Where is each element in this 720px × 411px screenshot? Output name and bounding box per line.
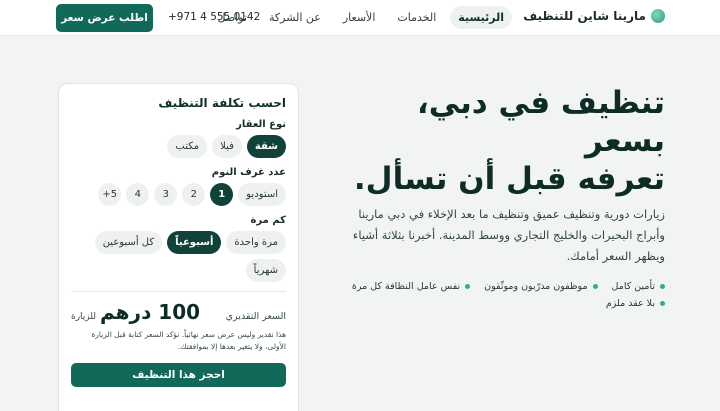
bedroom-option-studio[interactable]: استوديو [238,183,286,206]
bedrooms-label: عدد غرف النوم [211,167,286,178]
brand-name: مارينا شاين للتنظيف [523,9,646,23]
brand[interactable]: مارينا شاين للتنظيف [523,9,665,23]
calculator-title: احسب تكلفة التنظيف [158,96,286,110]
feature-label: تأمين كامل [611,281,655,292]
feature-item: بلا عقد ملزم [606,298,665,309]
nav-item-pricing[interactable]: الأسعار [335,6,384,29]
book-cleaning-button[interactable]: احجز هذا التنظيف [71,363,286,387]
property-type-label: نوع العقار [236,119,286,130]
hero-title-line-1: تنظيف في دبي، بسعر [417,85,665,159]
price-disclaimer: هذا تقدير وليس عرض سعر نهائياً. نؤكد الس… [91,330,286,351]
hero-description: زيارات دورية وتنظيف عميق وتنظيف ما بعد ا… [352,207,665,263]
estimated-price-value: 100 درهم [100,300,201,324]
phone-link[interactable]: +971 4 555 0142 [168,11,260,23]
estimated-price-label: السعر التقديري [225,311,286,322]
hero-title: تنظيف في دبي، بسعر تعرفه قبل أن تسأل. [335,84,665,198]
top-header: مارينا شاين للتنظيف الرئيسية الخدمات الأ… [0,0,720,36]
bullet-dot-icon [660,301,665,306]
frequency-option-biweekly[interactable]: كل أسبوعين [94,231,163,254]
bullet-dot-icon [592,284,598,289]
bullet-dot-icon [660,284,665,289]
feature-item: موظفون مدرّبون وموثّقون [484,281,598,292]
hero-title-line-2: تعرفه قبل أن تسأل. [353,161,665,197]
nav-item-about[interactable]: عن الشركة [261,6,329,29]
property-option-office[interactable]: مكتب [167,135,208,158]
bedroom-options: استوديو 1 2 3 4 5+ [71,183,286,206]
bedroom-option-2[interactable]: 2 [182,183,206,206]
frequency-option-weekly[interactable]: أسبوعياً [167,231,222,254]
price-calculator-card: احسب تكلفة التنظيف نوع العقار شقة فيلا م… [58,83,299,411]
hero-section: تنظيف في دبي، بسعر تعرفه قبل أن تسأل. زي… [335,84,665,309]
bedroom-option-4[interactable]: 4 [126,183,150,206]
bedroom-option-3[interactable]: 3 [154,183,178,206]
bullet-dot-icon [465,284,471,289]
property-option-villa[interactable]: فيلا [212,135,242,158]
feature-item: نفس عامل النظافة كل مرة [351,281,471,292]
property-option-apartment[interactable]: شقة [246,135,286,158]
feature-item: تأمين كامل [612,281,665,292]
nav-item-home[interactable]: الرئيسية [450,6,512,29]
feature-label: نفس عامل النظافة كل مرة [351,281,461,292]
divider [71,291,286,292]
nav-item-services[interactable]: الخدمات [389,6,444,29]
property-type-options: شقة فيلا مكتب [71,135,286,158]
request-quote-button[interactable]: اطلب عرض سعر [56,4,153,32]
brand-logo-icon [651,9,665,23]
bedroom-option-1[interactable]: 1 [210,183,234,206]
feature-label: موظفون مدرّبون وموثّقون [484,281,588,292]
frequency-option-monthly[interactable]: شهرياً [245,259,286,282]
bedroom-option-5-plus[interactable]: 5+ [98,183,122,206]
frequency-label: كم مرة [250,215,286,226]
price-value-group: 100 درهم للزيارة [71,300,200,324]
price-per-visit-label: للزيارة [71,312,96,322]
frequency-option-once[interactable]: مرة واحدة [226,231,286,254]
frequency-options: مرة واحدة أسبوعياً كل أسبوعين شهرياً [71,231,286,282]
feature-label: بلا عقد ملزم [605,298,655,309]
feature-list: تأمين كامل موظفون مدرّبون وموثّقون نفس ع… [335,281,665,309]
price-row: السعر التقديري 100 درهم للزيارة [71,300,286,324]
